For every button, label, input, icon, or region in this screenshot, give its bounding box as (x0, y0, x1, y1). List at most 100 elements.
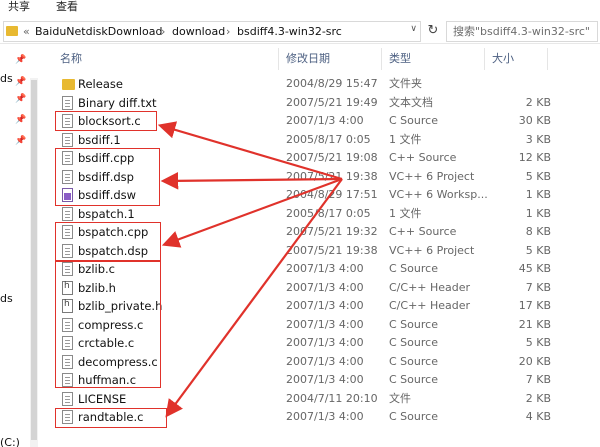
file-list: Release 2004/8/29 15:47 文件夹 Binary diff.… (0, 74, 600, 447)
file-type: C Source (389, 336, 438, 349)
file-row[interactable]: bzlib_private.h 2007/1/3 4:00 C/C++ Head… (58, 297, 558, 315)
file-size: 7 KB (525, 280, 551, 294)
file-name: bzlib.h (78, 280, 116, 295)
file-size: 45 KB (518, 262, 551, 275)
file-row[interactable]: bspatch.1 2005/8/17 0:05 1 文件 1 KB (58, 205, 558, 223)
column-divider[interactable] (278, 48, 279, 70)
refresh-icon[interactable]: ↻ (424, 21, 442, 42)
file-name: compress.c (78, 317, 144, 332)
search-placeholder: 搜索"bsdiff4.3-win32-src" (453, 25, 590, 38)
file-row[interactable]: bsdiff.cpp 2007/5/21 19:08 C++ Source 12… (58, 149, 558, 167)
file-type: C Source (389, 262, 438, 275)
file-size: 30 KB (518, 114, 551, 127)
file-row[interactable]: LICENSE 2004/7/11 20:10 文件 2 KB (58, 390, 558, 408)
chevron-down-icon[interactable]: ∨ (410, 24, 417, 34)
pin-icon[interactable]: 📌 (15, 56, 26, 65)
header-file-icon (62, 280, 73, 295)
column-name[interactable]: 名称 (60, 52, 82, 65)
file-type: 1 文件 (389, 206, 422, 220)
file-name: bspatch.dsp (78, 243, 149, 258)
file-row[interactable]: decompress.c 2007/1/3 4:00 C Source 20 K… (58, 353, 558, 371)
file-date: 2007/5/21 19:38 (286, 169, 378, 183)
file-name: Binary diff.txt (78, 95, 157, 110)
column-type[interactable]: 类型 (389, 52, 411, 65)
file-date: 2005/8/17 0:05 (286, 132, 371, 146)
file-row[interactable]: bsdiff.1 2005/8/17 0:05 1 文件 3 KB (58, 131, 558, 149)
file-size: 5 KB (525, 243, 551, 257)
file-name: bzlib.c (78, 262, 116, 276)
overflow-chevron-icon[interactable]: « (23, 25, 30, 38)
address-bar[interactable]: « BaiduNetdiskDownload › download › bsdi… (3, 21, 421, 42)
file-type: C Source (389, 114, 438, 127)
file-name: decompress.c (78, 354, 158, 369)
file-size: 5 KB (525, 336, 551, 349)
file-row[interactable]: crctable.c 2007/1/3 4:00 C Source 5 KB (58, 334, 558, 352)
workspace-file-icon (62, 188, 73, 202)
file-date: 2007/1/3 4:00 (286, 354, 364, 368)
project-file-icon (62, 169, 73, 184)
file-size: 2 KB (525, 95, 551, 109)
column-size[interactable]: 大小 (492, 52, 514, 65)
file-name: bsdiff.dsw (78, 188, 137, 202)
file-date: 2007/5/21 19:32 (286, 225, 378, 238)
column-divider[interactable] (547, 48, 548, 70)
file-name: crctable.c (78, 336, 135, 350)
file-type: C Source (389, 317, 438, 331)
ribbon-tab-share[interactable]: 共享 (8, 0, 30, 14)
file-size: 21 KB (518, 317, 551, 331)
file-date: 2007/1/3 4:00 (286, 336, 364, 349)
file-size: 7 KB (525, 373, 551, 386)
file-date: 2004/7/11 20:10 (286, 391, 378, 405)
breadcrumb-segment-2[interactable]: download (172, 25, 225, 38)
file-type: 文本文档 (389, 95, 433, 109)
file-type: C Source (389, 373, 438, 386)
breadcrumb-segment-3[interactable]: bsdiff4.3-win32-src (237, 25, 342, 38)
file-date: 2007/1/3 4:00 (286, 410, 364, 423)
file-type: 文件 (389, 391, 411, 405)
c-file-icon (62, 410, 73, 424)
file-name: bsdiff.dsp (78, 169, 134, 184)
cpp-file-icon (62, 151, 73, 165)
file-row[interactable]: Binary diff.txt 2007/5/21 19:49 文本文档 2 K… (58, 94, 558, 112)
file-row[interactable]: blocksort.c 2007/1/3 4:00 C Source 30 KB (58, 112, 558, 130)
c-file-icon (62, 373, 73, 387)
project-file-icon (62, 243, 73, 258)
file-name: bsdiff.1 (78, 132, 121, 147)
file-size: 2 KB (525, 391, 551, 405)
breadcrumb-separator[interactable]: › (161, 25, 165, 38)
file-size: 12 KB (518, 151, 551, 164)
column-divider[interactable] (484, 48, 485, 70)
file-row[interactable]: bzlib.h 2007/1/3 4:00 C/C++ Header 7 KB (58, 279, 558, 297)
file-icon (62, 391, 73, 406)
file-type: C/C++ Header (389, 299, 471, 312)
file-row[interactable]: bzlib.c 2007/1/3 4:00 C Source 45 KB (58, 260, 558, 278)
text-file-icon (62, 95, 73, 110)
column-divider[interactable] (381, 48, 382, 70)
file-row[interactable]: huffman.c 2007/1/3 4:00 C Source 7 KB (58, 371, 558, 389)
file-name: bsdiff.cpp (78, 151, 135, 165)
file-name: bzlib_private.h (78, 299, 163, 313)
file-date: 2007/5/21 19:08 (286, 151, 378, 164)
file-date: 2004/8/29 15:47 (286, 77, 378, 90)
file-date: 2007/1/3 4:00 (286, 317, 364, 331)
file-row[interactable]: bspatch.cpp 2007/5/21 19:32 C++ Source 8… (58, 223, 558, 241)
file-row[interactable]: randtable.c 2007/1/3 4:00 C Source 4 KB (58, 408, 558, 426)
file-date: 2007/5/21 19:49 (286, 95, 378, 109)
breadcrumb-separator[interactable]: › (226, 25, 230, 38)
ribbon-tab-view[interactable]: 查看 (56, 0, 78, 14)
address-toolbar: « BaiduNetdiskDownload › download › bsdi… (0, 18, 600, 44)
file-name: LICENSE (78, 391, 127, 406)
breadcrumb-segment-1[interactable]: BaiduNetdiskDownload (35, 25, 162, 38)
file-row[interactable]: bsdiff.dsp 2007/5/21 19:38 VC++ 6 Projec… (58, 168, 558, 186)
search-input[interactable]: 搜索"bsdiff4.3-win32-src" (446, 21, 598, 42)
column-header: 名称 修改日期 类型 大小 (38, 44, 600, 74)
file-row[interactable]: bspatch.dsp 2007/5/21 19:38 VC++ 6 Proje… (58, 242, 558, 260)
file-type: 1 文件 (389, 132, 422, 146)
file-date: 2007/1/3 4:00 (286, 299, 364, 312)
file-name: Release (78, 77, 123, 91)
file-row[interactable]: compress.c 2007/1/3 4:00 C Source 21 KB (58, 316, 558, 334)
file-row[interactable]: Release 2004/8/29 15:47 文件夹 (58, 75, 558, 93)
file-row[interactable]: bsdiff.dsw 2004/8/29 17:51 VC++ 6 Worksp… (58, 186, 558, 204)
file-size: 1 KB (525, 188, 551, 201)
column-date[interactable]: 修改日期 (286, 52, 330, 65)
